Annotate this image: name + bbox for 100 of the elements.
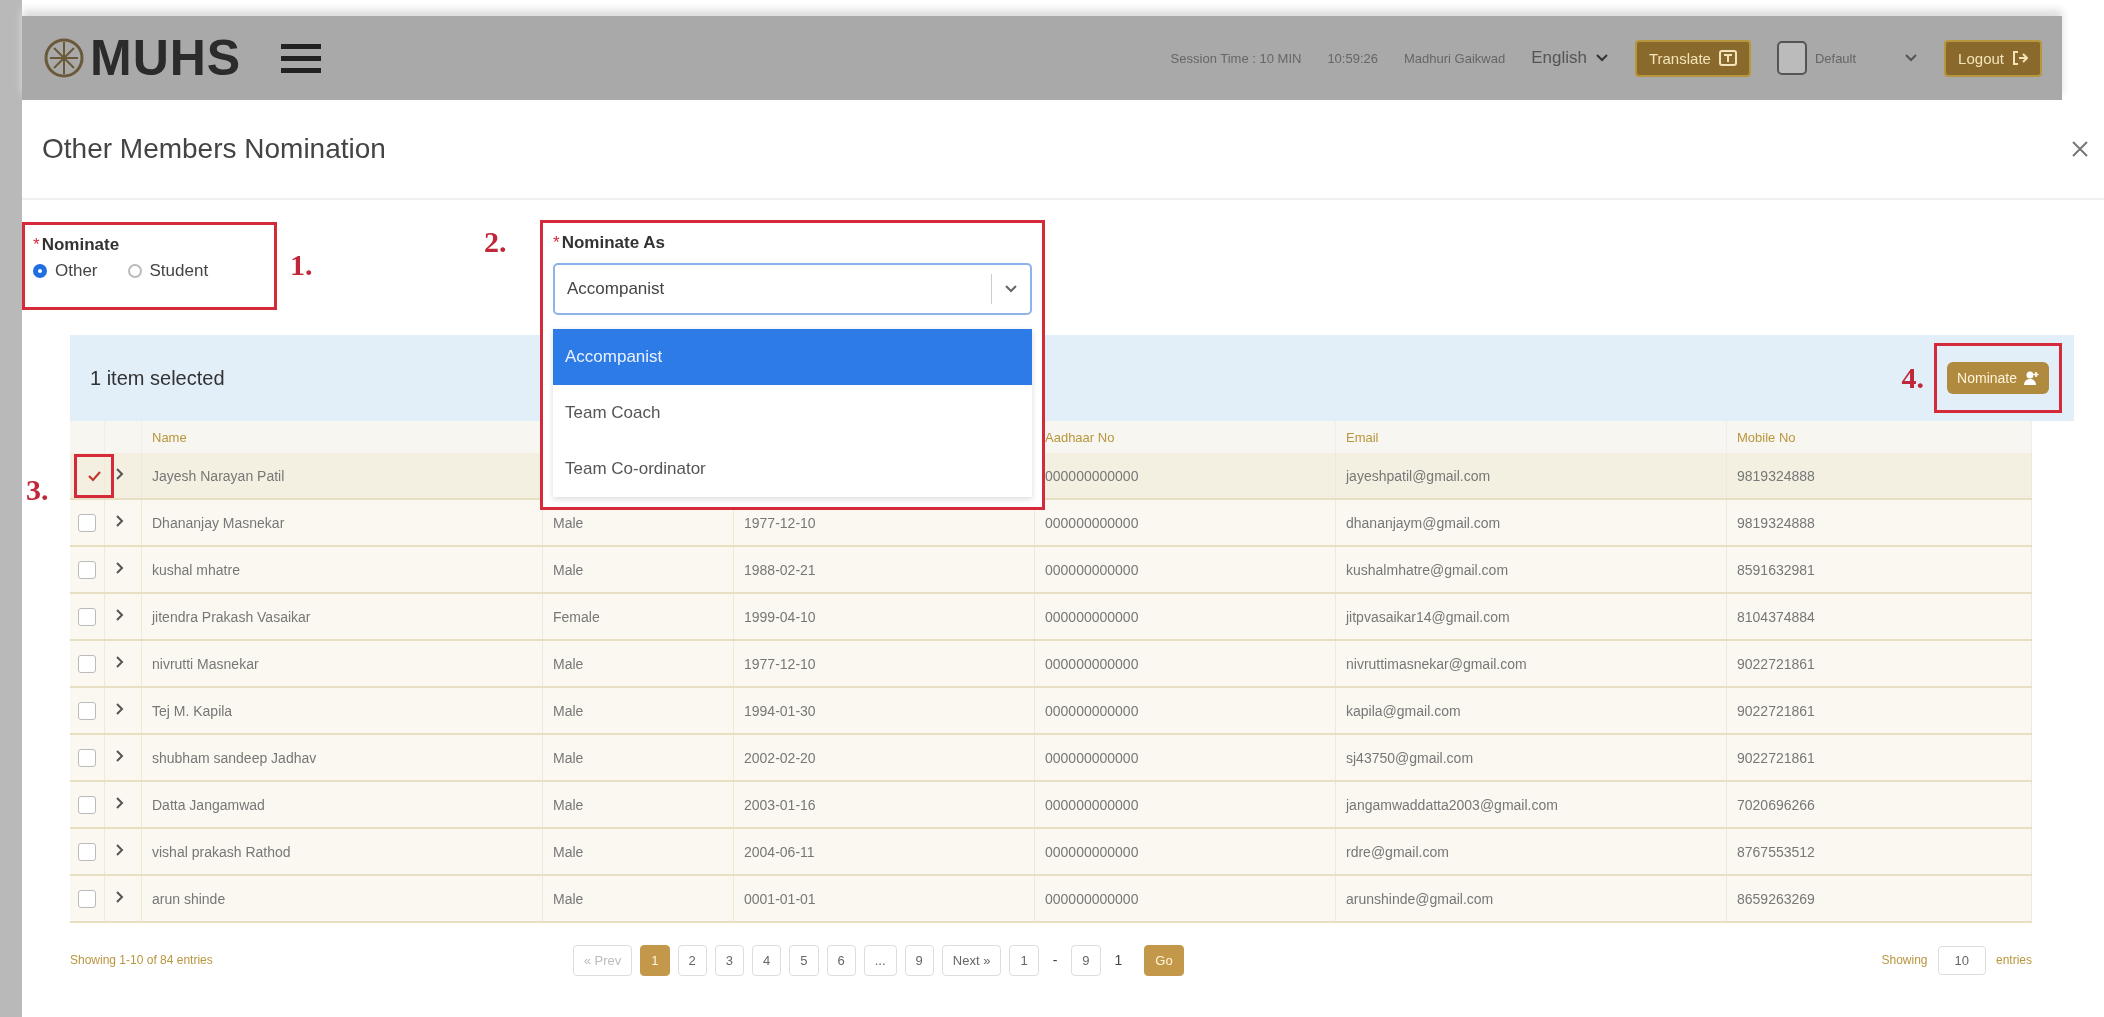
expand-chevron-icon[interactable] xyxy=(115,655,125,669)
checkbox[interactable] xyxy=(78,654,96,673)
page-button[interactable]: 2 xyxy=(677,944,707,976)
expand-chevron-icon[interactable] xyxy=(115,608,125,622)
checkbox[interactable] xyxy=(78,889,96,908)
expand-chevron-icon[interactable] xyxy=(115,749,125,763)
dropdown-option[interactable]: Team Co-ordinator xyxy=(553,441,1032,497)
radio-button[interactable] xyxy=(33,264,47,278)
expand-chevron-icon[interactable] xyxy=(115,514,125,528)
select-field[interactable]: Accompanist xyxy=(553,263,1032,315)
table-cell: jangamwaddatta2003@gmail.com xyxy=(1346,796,1558,813)
table-cell: dhananjaym@gmail.com xyxy=(1346,514,1501,531)
table-cell: 1999-04-10 xyxy=(744,608,816,625)
radio-button[interactable] xyxy=(127,264,142,278)
table-cell: Dhananjay Masnekar xyxy=(152,514,285,531)
caret-icon xyxy=(1594,53,1609,63)
table-cell: Male xyxy=(553,749,584,766)
page-button[interactable]: 5 xyxy=(789,944,819,976)
checkbox[interactable] xyxy=(78,795,96,814)
checkbox[interactable] xyxy=(78,607,96,626)
next-page-button[interactable]: Next » xyxy=(941,944,1002,976)
expand-chevron-icon[interactable] xyxy=(115,702,125,716)
checkbox[interactable] xyxy=(78,842,96,861)
table-cell: Male xyxy=(553,514,584,531)
close-icon[interactable] xyxy=(2070,139,2090,159)
goto-page-field[interactable]: 1 xyxy=(1108,952,1129,968)
emblem-icon xyxy=(42,36,86,80)
user-name: Madhuri Gaikwad xyxy=(1404,50,1506,66)
table-cell: 000000000000 xyxy=(1045,702,1139,719)
table-cell: 8591632981 xyxy=(1737,561,1815,578)
table-cell: nivrutti Masnekar xyxy=(152,655,259,672)
table-cell: Jayesh Narayan Patil xyxy=(152,467,285,484)
table-cell: sj43750@gmail.com xyxy=(1346,749,1474,766)
page-range-end: 9 xyxy=(1071,944,1101,976)
table-cell: 000000000000 xyxy=(1045,561,1139,578)
language-select[interactable]: English xyxy=(1531,48,1609,68)
table-cell: 2003-01-16 xyxy=(744,796,816,813)
table-cell: Datta Jangamwad xyxy=(152,796,265,813)
checkbox[interactable] xyxy=(78,748,96,767)
page-button[interactable]: 4 xyxy=(752,944,782,976)
table-cell: 8767553512 xyxy=(1737,843,1815,860)
callout-number: 2. xyxy=(484,225,507,259)
session-time: 10:59:26 xyxy=(1327,50,1378,66)
field-label: *Nominate As xyxy=(553,233,666,253)
expand-chevron-icon[interactable] xyxy=(115,890,125,904)
entries-info: Showing 1-10 of 84 entries xyxy=(70,953,213,967)
expand-chevron-icon[interactable] xyxy=(115,796,125,810)
table-cell: 2004-06-11 xyxy=(744,843,815,860)
menu-icon[interactable] xyxy=(281,42,322,74)
table-cell: 000000000000 xyxy=(1045,796,1139,813)
page-button[interactable]: 3 xyxy=(714,944,745,976)
table-cell: 1988-02-21 xyxy=(744,561,816,578)
nominate-button[interactable]: Nominate xyxy=(1947,362,2049,394)
dropdown-option[interactable]: Accompanist xyxy=(553,329,1032,385)
expand-chevron-icon[interactable] xyxy=(115,467,125,481)
table-cell: Tej M. Kapila xyxy=(152,702,233,719)
table-cell: 1994-01-30 xyxy=(744,702,816,719)
field-label: *Nominate xyxy=(33,235,121,255)
table-cell: Female xyxy=(553,608,600,625)
table-cell: 000000000000 xyxy=(1045,655,1139,672)
page-button[interactable]: 6 xyxy=(826,944,856,976)
table-cell: jitendra Prakash Vasaikar xyxy=(152,608,311,625)
table-cell: 000000000000 xyxy=(1045,890,1139,907)
checkbox[interactable] xyxy=(78,560,96,579)
table-cell: 9022721861 xyxy=(1737,749,1815,766)
page-size-select[interactable]: 10 xyxy=(1937,945,1986,975)
table-cell: 000000000000 xyxy=(1045,608,1139,625)
table-cell: 9022721861 xyxy=(1737,702,1815,719)
expand-chevron-icon[interactable] xyxy=(115,843,125,857)
logout-button[interactable]: Logout xyxy=(1944,39,2042,77)
default-label: Default xyxy=(1814,50,1857,66)
page-size-label: Showing xyxy=(1881,953,1928,967)
user-plus-icon xyxy=(2023,370,2039,386)
page-button[interactable]: ... xyxy=(863,944,897,976)
callout-number: 1. xyxy=(290,248,313,282)
table-cell: shubham sandeep Jadhav xyxy=(152,749,317,766)
radio-option[interactable]: Other xyxy=(33,261,98,281)
checkbox[interactable] xyxy=(78,701,96,720)
checkbox[interactable] xyxy=(1776,41,1807,75)
checkbox[interactable] xyxy=(78,513,96,532)
check-icon xyxy=(87,469,101,482)
dropdown-option[interactable]: Team Coach xyxy=(553,385,1032,441)
translate-button[interactable]: Translate xyxy=(1634,39,1751,77)
table-cell: 000000000000 xyxy=(1045,467,1139,484)
page-range-start: 1 xyxy=(1009,944,1039,976)
table-cell: nivruttimasnekar@gmail.com xyxy=(1346,655,1527,672)
callout-number: 4. xyxy=(1901,361,1925,395)
table-cell: arun shinde xyxy=(152,890,226,907)
table-cell: 000000000000 xyxy=(1045,843,1139,860)
page-button[interactable]: 9 xyxy=(904,944,934,976)
table-cell: kapila@gmail.com xyxy=(1346,702,1461,719)
table-cell: 9819324888 xyxy=(1737,514,1815,531)
expand-chevron-icon[interactable] xyxy=(115,561,125,575)
table-cell: kushalmhatre@gmail.com xyxy=(1346,561,1509,578)
table-cell: 8659263269 xyxy=(1737,890,1815,907)
chevron-down-icon xyxy=(1004,284,1018,294)
table-cell: jitpvasaikar14@gmail.com xyxy=(1346,608,1510,625)
radio-option[interactable]: Student xyxy=(127,261,209,281)
table-cell: 0001-01-01 xyxy=(744,890,816,907)
caret-icon xyxy=(1904,53,1919,63)
